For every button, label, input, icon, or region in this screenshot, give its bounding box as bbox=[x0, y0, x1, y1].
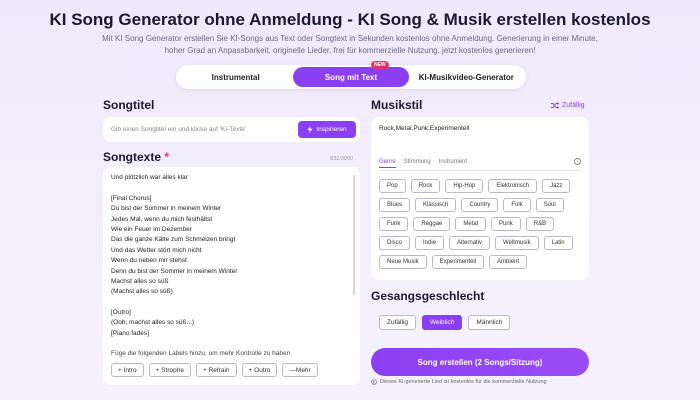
lyrics-heading-text: Songtexte bbox=[103, 150, 162, 164]
songtitle-heading: Songtitel bbox=[103, 98, 155, 112]
page-subtitle: Mit KI Song Generator erstellen Sie KI-S… bbox=[102, 34, 598, 55]
genre-chip[interactable]: Blues bbox=[379, 198, 411, 212]
lyrics-line bbox=[111, 298, 346, 308]
genre-chips: Pop Rock Hip-Hop Elektronisch Jazz Blues Klass… bbox=[379, 179, 584, 269]
random-button[interactable]: Zufällig bbox=[551, 102, 585, 109]
add-intro-button[interactable]: + Intro bbox=[111, 363, 144, 377]
genre-chip[interactable]: Neue Musik bbox=[379, 255, 427, 269]
lyrics-line: [Piano fades] bbox=[111, 329, 149, 337]
genre-chip[interactable]: Metal bbox=[455, 217, 487, 231]
lyrics-line: Und das Wetter stört mich nicht bbox=[111, 246, 202, 254]
genre-chip[interactable]: Elektronisch bbox=[488, 179, 538, 193]
genre-chip[interactable]: Disco bbox=[379, 236, 411, 250]
tab-song-mit-text[interactable]: Song mit Text NEW bbox=[293, 61, 409, 87]
required-mark: * bbox=[164, 150, 170, 164]
random-label: Zufällig bbox=[562, 102, 585, 109]
char-counter: 831/3000 bbox=[330, 156, 353, 162]
shuffle-icon bbox=[551, 102, 559, 109]
lyrics-line: Denn du bist der Sommer in meinem Winter bbox=[111, 267, 238, 275]
tab-instrument[interactable]: Instrument bbox=[439, 159, 467, 168]
tab-label: Instrumental bbox=[211, 72, 260, 82]
gender-options: Zufällig Weiblich Männlich bbox=[371, 306, 589, 338]
lyrics-line: (Machst alles so süß) bbox=[111, 288, 173, 296]
inspire-label: Inspirieren bbox=[316, 126, 347, 133]
inspire-button[interactable]: Inspirieren bbox=[298, 121, 356, 138]
genre-chip[interactable]: R&B bbox=[525, 217, 555, 231]
lyrics-line bbox=[111, 183, 346, 193]
lyrics-line: Wenn du neben mir stehst bbox=[111, 257, 187, 265]
genre-chip[interactable]: Reggae bbox=[413, 217, 451, 231]
genre-chip[interactable]: Indie bbox=[415, 236, 445, 250]
tab-label: Song mit Text bbox=[324, 72, 378, 82]
genre-chip[interactable]: Jazz bbox=[542, 179, 571, 193]
tab-stimmung[interactable]: Stimmung bbox=[404, 159, 431, 168]
add-outro-button[interactable]: + Outro bbox=[241, 363, 278, 377]
lightning-icon bbox=[307, 126, 313, 133]
lyrics-line: Das die ganze Kälte zum Schmelzen bringt bbox=[111, 236, 236, 244]
genre-chip[interactable]: Rock bbox=[410, 179, 441, 193]
genre-chip[interactable]: Pop bbox=[379, 179, 406, 193]
genre-chip[interactable]: Punk bbox=[491, 217, 521, 231]
genre-chip[interactable]: Klassisch bbox=[415, 198, 457, 212]
songtitle-input[interactable]: Gib einen Songtitel ein und klicke auf '… bbox=[111, 126, 298, 133]
commercial-note-text: Dieses KI-generierte Lied ist kostenlos … bbox=[380, 379, 547, 385]
genre-chip[interactable]: Weltmusik bbox=[495, 236, 539, 250]
genre-chip[interactable]: Hip-Hop bbox=[445, 179, 484, 193]
tab-genre[interactable]: Genre bbox=[379, 159, 396, 168]
tab-divider bbox=[379, 170, 581, 171]
gender-female[interactable]: Weiblich bbox=[421, 315, 463, 330]
genre-chip[interactable]: Funk bbox=[379, 217, 409, 231]
copyright-icon bbox=[371, 379, 377, 385]
style-tabs: Genre Stimmung Instrument bbox=[379, 159, 467, 168]
info-icon[interactable]: i bbox=[574, 158, 581, 165]
style-input[interactable]: Rock,Metal,Punk,Experimentell bbox=[379, 125, 469, 132]
genre-chip[interactable]: Soul bbox=[535, 198, 564, 212]
songtitle-field: Gib einen Songtitel ein und klicke auf '… bbox=[103, 117, 360, 142]
tab-instrumental[interactable]: Instrumental bbox=[178, 67, 293, 87]
lyrics-line: (Ooh, machst alles so süß...) bbox=[111, 319, 195, 327]
commercial-note: Dieses KI-generierte Lied ist kostenlos … bbox=[371, 379, 547, 385]
create-song-button[interactable]: Song erstellen (2 Songs/Sitzung) bbox=[371, 348, 589, 376]
genre-chip[interactable]: Country bbox=[461, 198, 499, 212]
lyrics-heading: Songtexte * bbox=[103, 150, 169, 164]
lyrics-line: Du bist der Sommer in meinem Winter bbox=[111, 205, 222, 213]
tab-musikvideo[interactable]: KI-Musikvideo-Generator bbox=[409, 67, 524, 87]
music-style-panel: Rock,Metal,Punk,Experimentell Genre Stim… bbox=[371, 117, 589, 280]
genre-chip[interactable]: Experimentell bbox=[431, 255, 485, 269]
gender-heading: Gesangsgeschlecht bbox=[371, 289, 485, 303]
musikstil-heading: Musikstil bbox=[371, 98, 423, 112]
genre-chip[interactable]: Latin bbox=[543, 236, 573, 250]
page-title: KI Song Generator ohne Anmeldung - KI So… bbox=[49, 10, 651, 29]
genre-chip[interactable]: Alternativ bbox=[449, 236, 491, 250]
genre-chip[interactable]: Ambient bbox=[489, 255, 528, 269]
lyrics-line: Und plötzlich war alles klar bbox=[111, 174, 188, 181]
lyrics-line: [Final Chorus] bbox=[111, 194, 152, 202]
labels-hint: Füge die folgenden Labels hinzu, um mehr… bbox=[111, 350, 291, 357]
tab-label: KI-Musikvideo-Generator bbox=[418, 72, 514, 82]
lyrics-line: [Outro] bbox=[111, 309, 131, 317]
gender-random[interactable]: Zufällig bbox=[379, 315, 416, 330]
lyrics-scrollbar[interactable] bbox=[353, 175, 355, 295]
label-buttons: + Intro + Strophe + Refrain + Outro —Meh… bbox=[111, 363, 318, 377]
lyrics-textarea[interactable]: Und plötzlich war alles klar [Final Choru… bbox=[103, 167, 360, 385]
gender-male[interactable]: Männlich bbox=[468, 315, 511, 330]
new-badge: NEW bbox=[370, 61, 389, 69]
add-refrain-button[interactable]: + Refrain bbox=[195, 363, 237, 377]
mode-tabs: Instrumental Song mit Text NEW KI-Musikv… bbox=[176, 61, 526, 89]
add-strophe-button[interactable]: + Strophe bbox=[148, 363, 191, 377]
more-button[interactable]: —Mehr bbox=[282, 363, 318, 377]
lyrics-line: Jedes Mal, wenn du mich festhältst bbox=[111, 215, 213, 223]
lyrics-line: Wie ein Feuer im Dezember bbox=[111, 225, 192, 233]
genre-chip[interactable]: Folk bbox=[503, 198, 531, 212]
lyrics-line: Machst alles so süß bbox=[111, 277, 169, 285]
lyrics-text[interactable]: Und plötzlich war alles klar [Final Choru… bbox=[111, 173, 346, 345]
